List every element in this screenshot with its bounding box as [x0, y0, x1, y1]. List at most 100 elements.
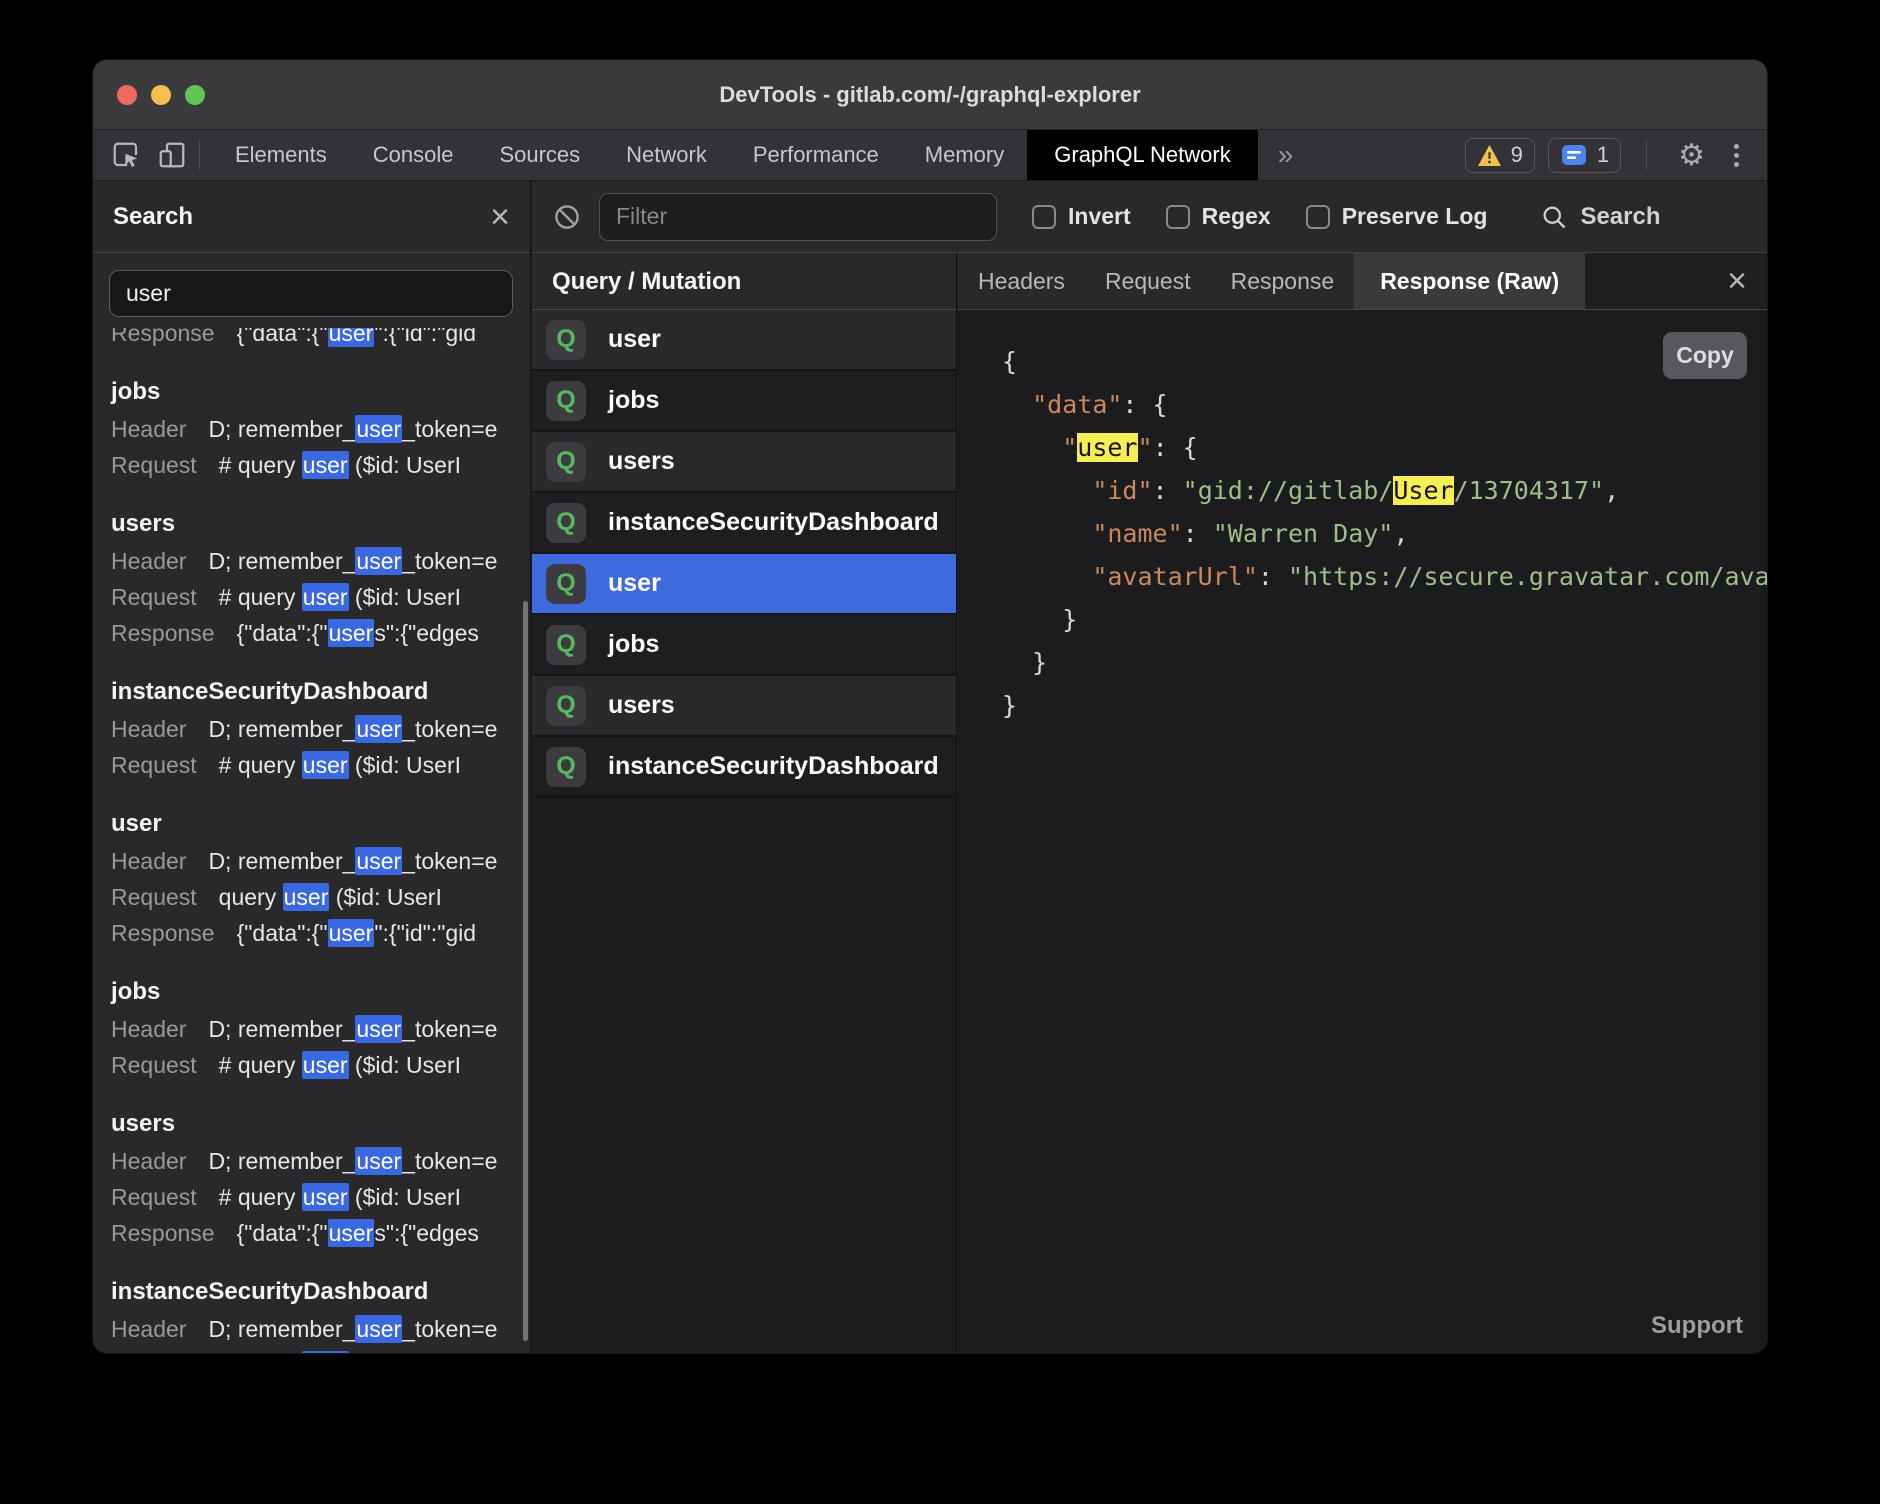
json-line: } [1002, 684, 1767, 727]
copy-button[interactable]: Copy [1663, 332, 1747, 379]
result-group-title: users [111, 1105, 529, 1143]
result-group-title: users [111, 505, 529, 543]
json-token: : [1258, 562, 1288, 591]
tab-network[interactable]: Network [603, 130, 730, 180]
search-result-line[interactable]: Response{"data":{"user":{"id":"gid [111, 328, 529, 351]
search-result-line[interactable]: HeaderD; remember_user_token=e [111, 411, 529, 447]
query-list-item[interactable]: Quser [532, 310, 956, 371]
search-results-scrollbar[interactable] [523, 601, 528, 1341]
search-result-line[interactable]: HeaderD; remember_user_token=e [111, 843, 529, 879]
result-line-label: Request [111, 1352, 197, 1353]
issues-count: 1 [1597, 142, 1609, 168]
search-hit-highlight: user [328, 619, 375, 647]
warnings-badge[interactable]: 9 [1465, 138, 1535, 173]
tab-memory[interactable]: Memory [902, 130, 1027, 180]
clear-requests-icon[interactable] [552, 202, 582, 232]
query-list-item[interactable]: Qjobs [532, 615, 956, 676]
result-line-text: # query user ($id: UserI [219, 1183, 461, 1211]
json-line: "id": "gid://gitlab/User/13704317", [1002, 469, 1767, 512]
device-toolbar-icon[interactable] [157, 140, 187, 170]
clipped-result-line[interactable]: Response{"data":{"user":{"id":"gid [111, 328, 529, 351]
invert-checkbox-item[interactable]: Invert [1032, 203, 1131, 230]
devtools-window: DevTools - gitlab.com/-/graphql-explorer… [93, 60, 1767, 1353]
search-result-line[interactable]: HeaderD; remember_user_token=e [111, 543, 529, 579]
zoom-window-button[interactable] [185, 85, 205, 105]
query-list-item[interactable]: QinstanceSecurityDashboard [532, 737, 956, 798]
issues-badge[interactable]: 1 [1548, 138, 1621, 173]
result-line-text: D; remember_user_token=e [208, 1147, 497, 1175]
search-result-line[interactable]: HeaderD; remember_user_token=e [111, 711, 529, 747]
kebab-menu-icon[interactable] [1724, 144, 1749, 167]
json-token: } [1002, 691, 1017, 720]
close-window-button[interactable] [117, 85, 137, 105]
search-result-line[interactable]: HeaderD; remember_user_token=e [111, 1143, 529, 1179]
result-line-label: Header [111, 1016, 186, 1042]
search-result-line[interactable]: Request# query user ($id: UserI [111, 1047, 529, 1083]
tab-headers[interactable]: Headers [958, 253, 1085, 309]
query-list-item[interactable]: Quser [532, 554, 956, 615]
tab-performance[interactable]: Performance [730, 130, 902, 180]
json-token: " [1138, 433, 1153, 462]
preserve-log-checkbox[interactable] [1306, 205, 1330, 229]
tab-response[interactable]: Response [1211, 253, 1355, 309]
inspect-cursor-icon[interactable] [111, 140, 141, 170]
query-list-item[interactable]: Qjobs [532, 371, 956, 432]
search-hit-highlight: user [355, 415, 402, 443]
query-list-item[interactable]: Qusers [532, 676, 956, 737]
result-line-label: Header [111, 416, 186, 442]
result-line-label: Request [111, 1052, 197, 1078]
json-token [1002, 390, 1032, 419]
query-name: jobs [608, 630, 659, 659]
tab-console[interactable]: Console [350, 130, 477, 180]
invert-checkbox[interactable] [1032, 205, 1056, 229]
json-line: } [1002, 598, 1767, 641]
close-search-panel-icon[interactable]: × [490, 200, 510, 234]
regex-checkbox[interactable] [1166, 205, 1190, 229]
result-line-text: D; remember_user_token=e [208, 1315, 497, 1343]
minimize-window-button[interactable] [151, 85, 171, 105]
more-tabs-chevron-icon[interactable]: » [1258, 130, 1314, 180]
gear-icon[interactable]: ⚙ [1672, 138, 1711, 173]
json-line: "data": { [1002, 383, 1767, 426]
search-result-line[interactable]: Request# query user ($id: UserI [111, 579, 529, 615]
search-hit-highlight: user [328, 919, 375, 947]
json-raw: { "data": { "user": { "id": "gid://gitla… [1002, 340, 1767, 727]
json-token: "name" [1092, 519, 1182, 548]
search-input[interactable] [109, 270, 513, 317]
json-line: "name": "Warren Day", [1002, 512, 1767, 555]
tab-sources[interactable]: Sources [476, 130, 603, 180]
tab-request[interactable]: Request [1085, 253, 1211, 309]
search-result-line[interactable]: Request# query user ($id: UserI [111, 1179, 529, 1215]
query-list-item[interactable]: Qusers [532, 432, 956, 493]
search-result-line[interactable]: HeaderD; remember_user_token=e [111, 1011, 529, 1047]
preserve-log-checkbox-item[interactable]: Preserve Log [1306, 203, 1488, 230]
tab-response-raw-active[interactable]: Response (Raw) [1354, 253, 1585, 309]
search-result-line[interactable]: Request# query user ($id: UserI [111, 1347, 529, 1353]
filter-input[interactable] [599, 193, 997, 241]
search-result-line[interactable]: Requestquery user ($id: UserI [111, 879, 529, 915]
result-group-title: jobs [111, 373, 529, 411]
window-title: DevTools - gitlab.com/-/graphql-explorer [719, 82, 1140, 108]
warning-count: 9 [1511, 142, 1523, 168]
search-result-line[interactable]: HeaderD; remember_user_token=e [111, 1311, 529, 1347]
search-result-line[interactable]: Request# query user ($id: UserI [111, 447, 529, 483]
query-name: jobs [608, 386, 659, 415]
response-tabs-filler: × [1585, 253, 1767, 309]
filter-search-button[interactable]: Search [1540, 203, 1660, 231]
toolbar-separator [1646, 140, 1647, 170]
search-hit-highlight: user [355, 715, 402, 743]
search-hit-highlight: user [355, 1015, 402, 1043]
search-result-line[interactable]: Request# query user ($id: UserI [111, 747, 529, 783]
search-result-line[interactable]: Response{"data":{"user":{"id":"gid [111, 915, 529, 951]
regex-checkbox-item[interactable]: Regex [1166, 203, 1271, 230]
tab-graphql-network-active[interactable]: GraphQL Network [1027, 130, 1257, 180]
json-line: } [1002, 641, 1767, 684]
result-group-title: instanceSecurityDashboard [111, 1273, 529, 1311]
search-result-line[interactable]: Response{"data":{"users":{"edges [111, 1215, 529, 1251]
query-list-item[interactable]: QinstanceSecurityDashboard [532, 493, 956, 554]
search-result-line[interactable]: Response{"data":{"users":{"edges [111, 615, 529, 651]
close-response-panel-icon[interactable]: × [1727, 264, 1747, 298]
query-type-badge: Q [546, 442, 586, 482]
support-link[interactable]: Support [1651, 1312, 1743, 1340]
tab-elements[interactable]: Elements [212, 130, 350, 180]
